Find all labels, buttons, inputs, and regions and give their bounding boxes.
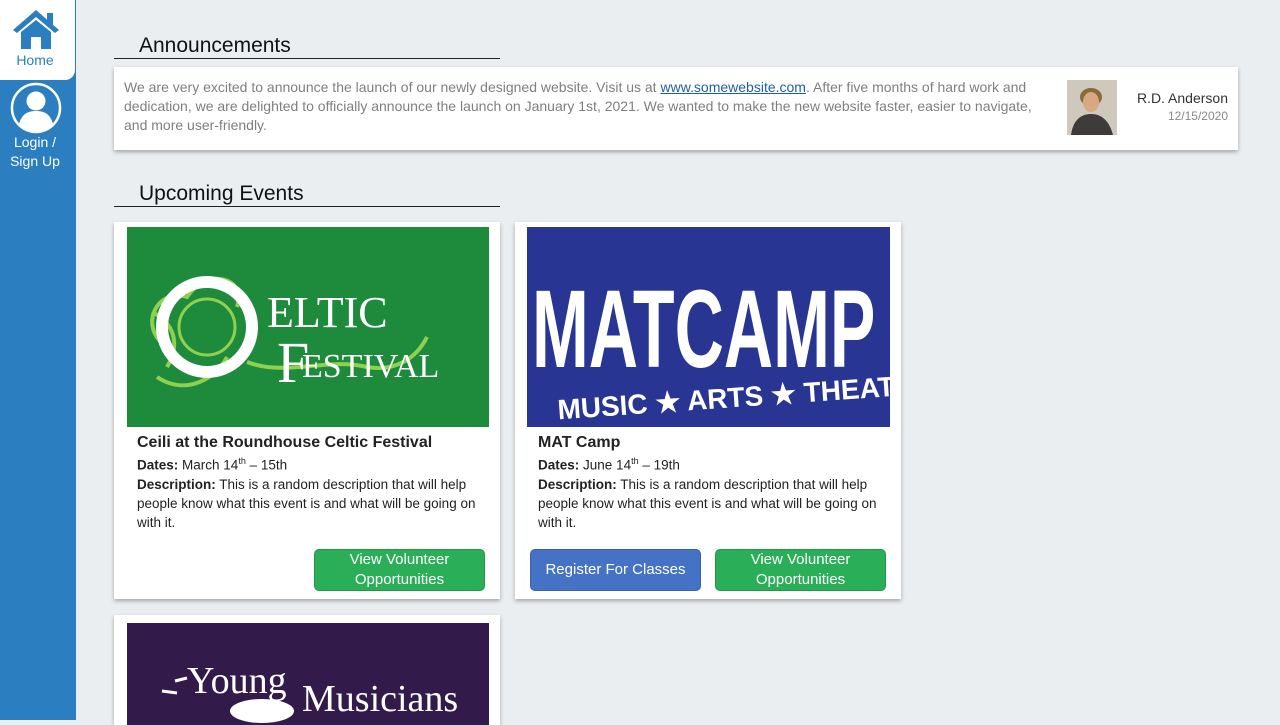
nav-login[interactable]: Login / Sign Up xyxy=(0,82,72,177)
nav-login-label: Login / Sign Up xyxy=(0,133,70,171)
nav-home[interactable]: Home xyxy=(0,0,75,80)
dates-label: Dates: xyxy=(538,457,580,473)
event-title-matcamp: MAT Camp xyxy=(538,434,621,451)
author-avatar xyxy=(1067,80,1117,135)
website-link[interactable]: www.somewebsite.com xyxy=(660,79,806,95)
view-volunteer-button-celtic[interactable]: View Volunteer Opportunities xyxy=(314,549,485,591)
announcement-card: We are very excited to announce the laun… xyxy=(114,67,1238,150)
login-label-line2: Sign Up xyxy=(10,153,60,169)
announcement-date: 12/15/2020 xyxy=(1167,109,1228,123)
event-dates-celtic: Dates: March 14th – 15th xyxy=(137,456,287,473)
sidebar: Home Login / Sign Up xyxy=(0,0,76,720)
young-logo-text1: Young xyxy=(187,660,287,702)
announcement-text: We are very excited to announce the laun… xyxy=(124,78,1034,135)
announcements-header: Announcements xyxy=(114,34,500,59)
event-title-celtic: Ceili at the Roundhouse Celtic Festival xyxy=(137,434,433,451)
view-volunteer-button-matcamp[interactable]: View Volunteer Opportunities xyxy=(715,549,886,591)
celtic-logo-text2: ESTIVAL xyxy=(302,348,439,385)
event-card-matcamp: MATCAMP MUSIC ★ ARTS ★ THEATRE MAT Camp … xyxy=(515,222,901,599)
announcement-author: R.D. Anderson xyxy=(1136,90,1228,106)
event-desc-matcamp: Description: This is a random descriptio… xyxy=(538,475,878,532)
event-card-young-musicians: Young Musicians xyxy=(114,615,500,725)
dates-start: June 14 xyxy=(583,457,632,473)
celtic-festival-image: ELTIC ESTIVAL F xyxy=(127,227,489,427)
upcoming-events-title: Upcoming Events xyxy=(139,182,304,205)
event-dates-matcamp: Dates: June 14th – 19th xyxy=(538,456,680,473)
young-musicians-image: Young Musicians xyxy=(127,623,489,725)
svg-text:F: F xyxy=(277,330,309,395)
upcoming-events-header: Upcoming Events xyxy=(114,182,500,207)
dates-start: March 14 xyxy=(182,457,239,473)
dates-label: Dates: xyxy=(137,457,179,473)
dates-end: – 19th xyxy=(638,457,680,473)
event-desc-celtic: Description: This is a random descriptio… xyxy=(137,475,477,532)
young-logo-text2: Musicians xyxy=(302,678,458,720)
announcements-title: Announcements xyxy=(139,34,291,57)
nav-home-label: Home xyxy=(16,52,54,68)
event-card-celtic: ELTIC ESTIVAL F Ceili at the Roundhouse … xyxy=(114,222,500,599)
login-label-line1: Login / xyxy=(13,134,57,150)
matcamp-logo-text1: MATCAMP xyxy=(532,268,875,391)
announcement-text-part1: We are very excited to announce the laun… xyxy=(124,79,661,95)
dates-end: – 15th xyxy=(245,457,288,473)
register-for-classes-button[interactable]: Register For Classes xyxy=(530,549,701,591)
dates-sup: th xyxy=(631,456,639,466)
desc-label: Description: xyxy=(137,477,216,492)
desc-label: Description: xyxy=(538,477,617,492)
dates-sup: th xyxy=(238,456,246,466)
mat-camp-image: MATCAMP MUSIC ★ ARTS ★ THEATRE xyxy=(527,227,890,427)
home-icon xyxy=(13,10,59,49)
user-circle-icon xyxy=(10,82,62,134)
